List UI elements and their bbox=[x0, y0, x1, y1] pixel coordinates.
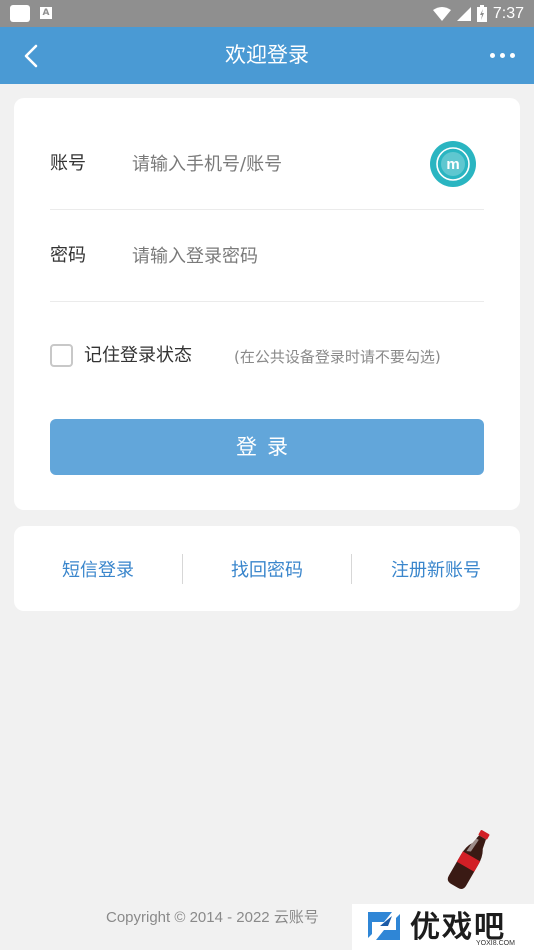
find-password-link[interactable]: 找回密码 bbox=[183, 556, 351, 582]
watermark: 优戏吧 YOXI8.COM bbox=[352, 826, 534, 950]
more-dot-icon bbox=[510, 53, 515, 58]
sms-login-link[interactable]: 短信登录 bbox=[14, 556, 182, 582]
status-bar: A 7:37 bbox=[0, 0, 534, 27]
copyright-text: Copyright © 2014 - 2022 云账号 bbox=[106, 909, 319, 926]
back-button[interactable] bbox=[14, 39, 48, 73]
password-row: 密码 bbox=[50, 210, 484, 302]
chevron-left-icon bbox=[24, 44, 38, 68]
app-header: 欢迎登录 bbox=[0, 27, 534, 84]
remember-note: (在公共设备登录时请不要勾选) bbox=[234, 348, 441, 366]
login-button[interactable]: 登录 bbox=[50, 419, 484, 475]
secondary-links-card: 短信登录 找回密码 注册新账号 bbox=[14, 526, 520, 611]
clock-time: 7:37 bbox=[492, 4, 524, 22]
wifi-icon bbox=[432, 6, 451, 21]
register-link[interactable]: 注册新账号 bbox=[352, 556, 520, 582]
account-label: 账号 bbox=[50, 153, 86, 174]
cola-bottle-icon bbox=[447, 830, 490, 889]
more-options-button[interactable] bbox=[488, 43, 518, 67]
watermark-logo-icon bbox=[368, 912, 400, 940]
more-dot-icon bbox=[500, 53, 505, 58]
page-title: 欢迎登录 bbox=[225, 43, 309, 67]
more-dot-icon bbox=[490, 53, 495, 58]
brand-logo-icon[interactable]: m bbox=[430, 141, 476, 187]
signal-icon bbox=[456, 6, 471, 21]
password-label: 密码 bbox=[50, 245, 86, 266]
account-row: 账号 m bbox=[50, 118, 484, 210]
remember-login-row: 记住登录状态 (在公共设备登录时请不要勾选) bbox=[50, 343, 490, 369]
remember-label[interactable]: 记住登录状态 bbox=[84, 343, 192, 369]
watermark-subtitle: YOXI8.COM bbox=[476, 940, 515, 947]
login-card: 账号 m 密码 记住登录状态 (在公共设备登录时请不要勾选) 登录 bbox=[14, 98, 520, 510]
brand-logo-letter: m bbox=[446, 156, 459, 173]
battery-icon bbox=[476, 5, 487, 22]
notification-letter-icon: A bbox=[40, 7, 52, 19]
remember-checkbox[interactable] bbox=[50, 344, 73, 367]
app-notification-icon bbox=[10, 5, 30, 22]
account-input[interactable] bbox=[132, 146, 422, 182]
status-bar-right: 7:37 bbox=[432, 0, 524, 27]
password-input[interactable] bbox=[132, 238, 422, 274]
